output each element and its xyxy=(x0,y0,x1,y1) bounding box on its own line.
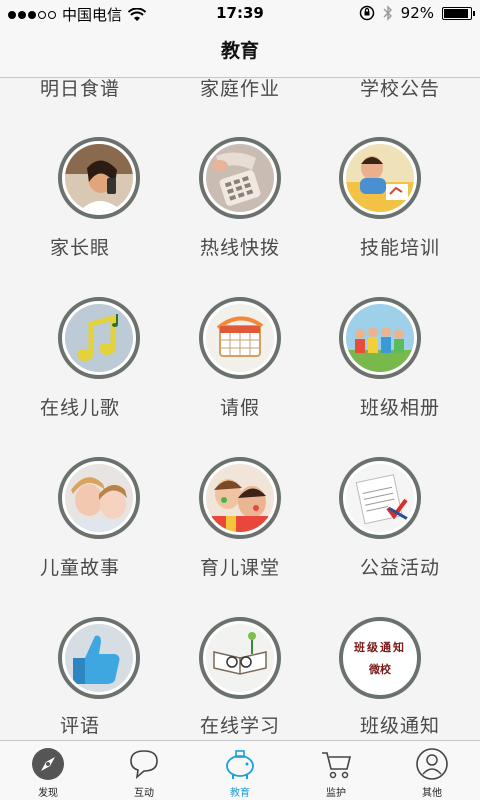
music-note-icon[interactable] xyxy=(58,297,140,379)
book-glasses-icon[interactable] xyxy=(199,617,281,699)
notice-sub-text: 微校 xyxy=(369,663,391,676)
battery-icon xyxy=(442,6,475,20)
grid-item-label[interactable]: 在线学习 xyxy=(160,711,320,738)
tab-interaction[interactable]: 互动 xyxy=(96,741,192,800)
education-grid: 明日食谱 家庭作业 学校公告 家长眼 热线快拨 技能培训 在线儿歌 请假 班级相… xyxy=(0,78,480,740)
calendar-icon[interactable] xyxy=(199,297,281,379)
notice-title-text: 班级通知 xyxy=(354,641,406,654)
user-icon xyxy=(416,748,448,780)
grid-item-label[interactable]: 班级通知 xyxy=(320,711,480,738)
tab-label: 监护 xyxy=(326,788,346,799)
tab-monitor[interactable]: 监护 xyxy=(288,741,384,800)
grid-item-label-homework[interactable]: 家庭作业 xyxy=(160,78,320,101)
telephone-photo[interactable] xyxy=(199,137,281,219)
grid-item-label[interactable]: 班级相册 xyxy=(320,393,480,420)
tab-label: 教育 xyxy=(230,788,250,799)
compass-icon xyxy=(32,748,64,780)
bluetooth-icon xyxy=(383,5,392,21)
certificate-icon[interactable] xyxy=(339,457,421,539)
grid-item-label[interactable]: 热线快拨 xyxy=(160,233,320,260)
class-notice-icon[interactable]: 班级通知 微校 xyxy=(339,617,421,699)
woman-phone-photo[interactable] xyxy=(58,137,140,219)
chat-bubble-icon xyxy=(130,750,158,779)
tab-label: 发现 xyxy=(38,788,58,799)
grid-item-label[interactable]: 家长眼 xyxy=(0,233,160,260)
grid-item-label[interactable]: 儿童故事 xyxy=(0,553,160,580)
battery-percent: 92% xyxy=(400,4,434,22)
tab-education[interactable]: 教育 xyxy=(192,741,288,800)
tab-bar: 发现 互动 教育 监护 其他 xyxy=(0,740,480,800)
thumbs-up-icon[interactable] xyxy=(58,617,140,699)
grid-item-label[interactable]: 评语 xyxy=(0,711,160,738)
grid-item-label[interactable]: 在线儿歌 xyxy=(0,393,160,420)
orientation-lock-icon xyxy=(359,5,374,21)
tab-discover[interactable]: 发现 xyxy=(0,741,96,800)
class-group-photo[interactable] xyxy=(339,297,421,379)
grid-item-label-recipe[interactable]: 明日食谱 xyxy=(0,78,160,101)
grid-item-label[interactable]: 技能培训 xyxy=(320,233,480,260)
tab-label: 其他 xyxy=(422,788,442,799)
grid-item-label[interactable]: 请假 xyxy=(160,393,320,420)
mother-child-photo[interactable] xyxy=(58,457,140,539)
tab-other[interactable]: 其他 xyxy=(384,741,480,800)
grid-item-label[interactable]: 公益活动 xyxy=(320,553,480,580)
grid-item-label-announcement[interactable]: 学校公告 xyxy=(320,78,480,101)
cart-icon xyxy=(322,752,352,779)
child-drawing-photo[interactable] xyxy=(339,137,421,219)
status-bar: 中国电信 17:39 92% xyxy=(0,0,480,26)
children-painting-photo[interactable] xyxy=(199,457,281,539)
piggy-bank-icon xyxy=(226,750,254,779)
tab-label: 互动 xyxy=(134,788,154,799)
page-title: 教育 xyxy=(0,26,480,78)
grid-item-label[interactable]: 育儿课堂 xyxy=(160,553,320,580)
